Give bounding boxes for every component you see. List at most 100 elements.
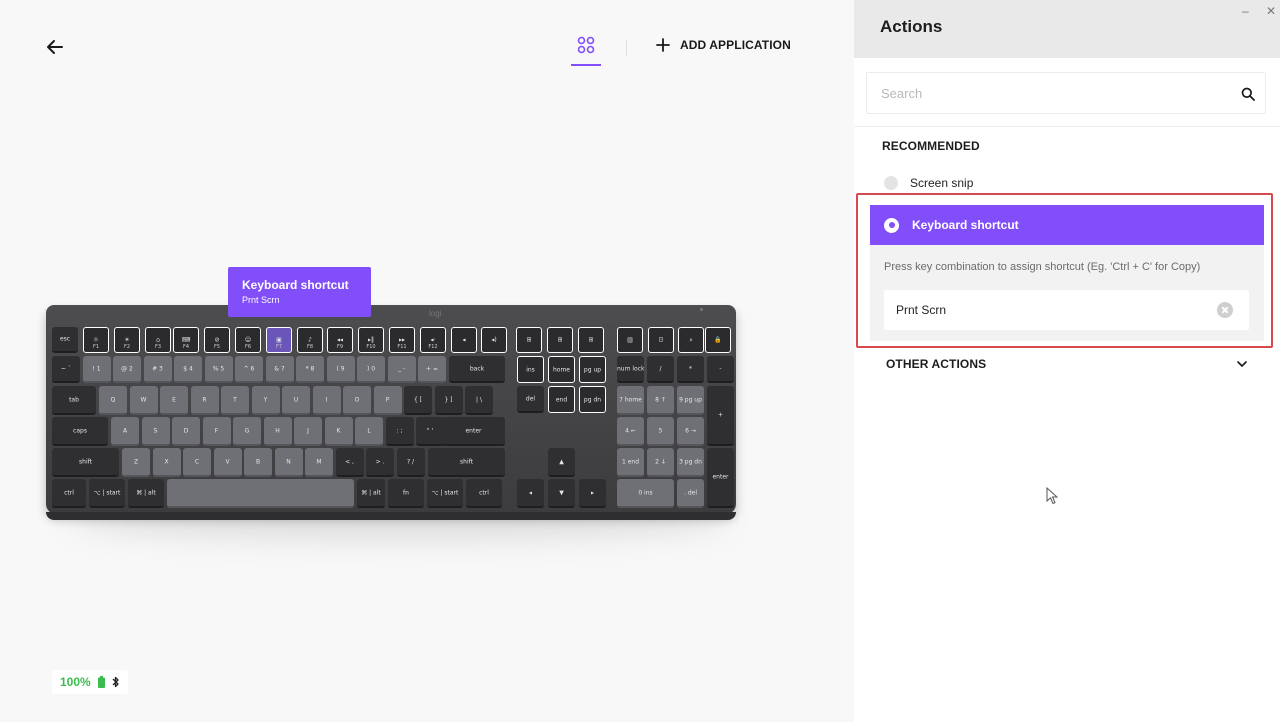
space-key[interactable] [167, 479, 354, 508]
modifier-key[interactable]: ⌘ | alt [357, 479, 385, 508]
letter-key[interactable]: E [160, 386, 188, 415]
letter-key[interactable]: Q [99, 386, 127, 415]
clear-icon[interactable] [1217, 302, 1233, 318]
letter-key[interactable]: Y [251, 386, 280, 415]
letter-key[interactable]: S [141, 417, 170, 446]
backspace-key[interactable]: back [449, 356, 505, 383]
letter-key[interactable]: F [202, 417, 231, 446]
letter-key[interactable]: V [213, 448, 242, 477]
number-key[interactable]: ! 1 [82, 356, 111, 383]
screen-snip-option[interactable]: Screen snip [884, 176, 973, 190]
number-key[interactable]: $ 4 [174, 356, 202, 383]
numpad-key[interactable]: 0 ins [617, 479, 674, 508]
numpad-key[interactable]: - [707, 356, 734, 383]
letter-key[interactable]: K [324, 417, 353, 446]
numpad-key[interactable]: . del [677, 479, 704, 508]
function-key[interactable]: ♪ F8 [297, 327, 323, 353]
function-key[interactable]: ⊡ [648, 327, 674, 353]
function-key[interactable]: esc [52, 327, 78, 353]
letter-key[interactable]: > . [366, 448, 394, 477]
number-key[interactable]: ~ ` [52, 356, 80, 383]
numpad-key[interactable]: 1 end [617, 448, 644, 477]
letter-key[interactable]: T [221, 386, 249, 415]
nav-key[interactable]: pg dn [579, 386, 606, 413]
function-key[interactable]: ⊘ F5 [204, 327, 230, 353]
other-actions-toggle[interactable]: OTHER ACTIONS [886, 357, 1248, 373]
function-key[interactable]: ◂◂ F9 [327, 327, 353, 353]
numpad-key[interactable]: 9 pg up [677, 386, 704, 415]
letter-key[interactable]: C [183, 448, 211, 477]
window-minimize-button[interactable]: – [1242, 4, 1249, 18]
shift-key[interactable]: shift [52, 448, 119, 477]
letter-key[interactable]: H [263, 417, 292, 446]
window-close-button[interactable]: ✕ [1266, 4, 1276, 18]
modifier-key[interactable]: ctrl [466, 479, 502, 508]
number-key[interactable]: # 3 [143, 356, 172, 383]
keyboard-shortcut-option[interactable]: Keyboard shortcut [870, 205, 1264, 245]
number-key[interactable]: ^ 6 [235, 356, 263, 383]
letter-key[interactable]: B [244, 448, 272, 477]
function-key[interactable]: ◂) [481, 327, 507, 353]
search-input[interactable] [881, 83, 1221, 103]
arrow-key[interactable]: ▸ [579, 479, 606, 508]
shortcut-input[interactable] [896, 300, 1196, 320]
number-key[interactable]: ) 0 [357, 356, 385, 383]
function-key[interactable]: ⊞ [516, 327, 542, 353]
letter-key[interactable]: | \ [465, 386, 493, 415]
letter-key[interactable]: { [ [404, 386, 432, 415]
nav-key[interactable]: pg up [579, 356, 606, 383]
search-icon[interactable] [1241, 87, 1255, 101]
function-key[interactable]: ☺ F6 [235, 327, 261, 353]
letter-key[interactable]: J [294, 417, 322, 446]
function-key[interactable]: ⊞ [578, 327, 604, 353]
arrow-key[interactable]: ▲ [548, 448, 575, 477]
add-application-button[interactable]: ADD APPLICATION [656, 38, 791, 52]
nav-key[interactable]: end [548, 386, 575, 413]
letter-key[interactable]: } ] [434, 386, 463, 415]
letter-key[interactable]: P [373, 386, 402, 415]
shift-key[interactable]: shift [428, 448, 505, 477]
arrow-key[interactable]: ◂ [517, 479, 544, 508]
letter-key[interactable]: M [305, 448, 333, 477]
function-key[interactable]: ⊞ [547, 327, 573, 353]
nav-key[interactable]: ins [517, 356, 544, 383]
letter-key[interactable]: D [172, 417, 200, 446]
numpad-key[interactable]: 7 home [617, 386, 644, 415]
letter-key[interactable]: A [111, 417, 139, 446]
function-key[interactable]: ▣ F7 [266, 327, 292, 353]
numpad-key[interactable]: 4 ← [617, 417, 644, 446]
letter-key[interactable]: U [282, 386, 310, 415]
function-key[interactable]: ▸‖ F10 [358, 327, 384, 353]
letter-key[interactable]: : ; [385, 417, 414, 446]
numpad-key[interactable]: num lock [617, 356, 644, 383]
letter-key[interactable]: I [312, 386, 341, 415]
function-key[interactable]: ⌕ [678, 327, 704, 353]
letter-key[interactable]: X [152, 448, 181, 477]
number-key[interactable]: * 8 [296, 356, 324, 383]
number-key[interactable]: _ - [387, 356, 416, 383]
nav-key[interactable]: home [548, 356, 575, 383]
letter-key[interactable]: R [190, 386, 219, 415]
letter-key[interactable]: ? / [396, 448, 425, 477]
function-key[interactable]: ▸▸ F11 [389, 327, 415, 353]
back-button[interactable] [44, 36, 66, 58]
all-applications-button[interactable] [571, 36, 601, 66]
number-key[interactable]: & 7 [265, 356, 294, 383]
letter-key[interactable]: O [343, 386, 371, 415]
letter-key[interactable]: " ' [416, 417, 444, 446]
function-key[interactable]: ☼ F1 [83, 327, 109, 353]
letter-key[interactable]: Z [122, 448, 150, 477]
numpad-key[interactable]: / [647, 356, 674, 383]
numpad-key[interactable]: 3 pg dn [677, 448, 704, 477]
nav-key[interactable]: del [517, 386, 544, 413]
function-key[interactable]: ⌂ F3 [145, 327, 171, 353]
letter-key[interactable]: < , [335, 448, 364, 477]
modifier-key[interactable]: ⌥ | start [427, 479, 463, 508]
numpad-key[interactable]: enter [707, 448, 734, 508]
modifier-key[interactable]: fn [388, 479, 424, 508]
letter-key[interactable]: L [355, 417, 383, 446]
letter-key[interactable]: N [274, 448, 303, 477]
function-key[interactable]: ◂ [451, 327, 477, 353]
number-key[interactable]: ( 9 [326, 356, 355, 383]
numpad-key[interactable]: * [677, 356, 704, 383]
